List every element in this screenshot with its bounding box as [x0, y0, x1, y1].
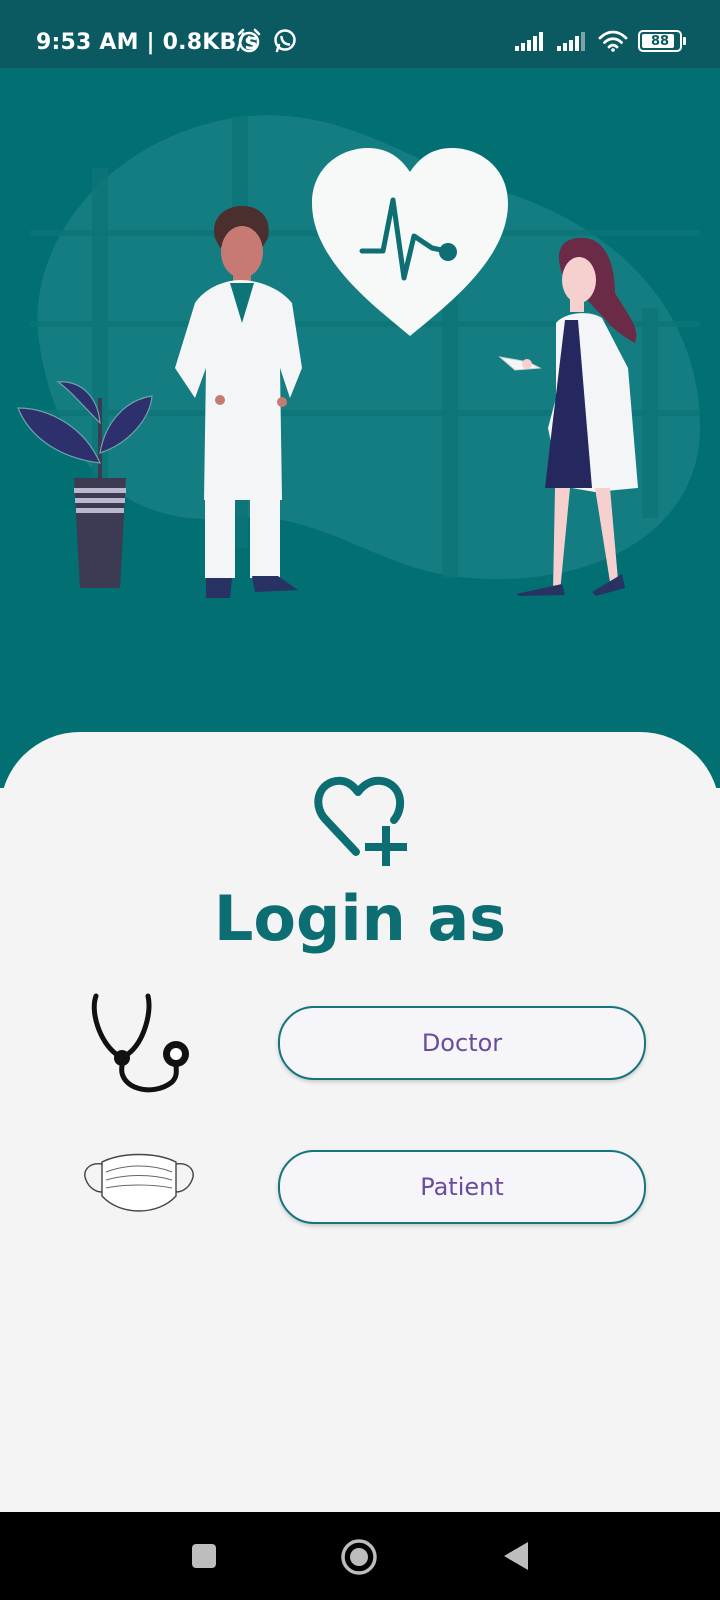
whatsapp-icon	[274, 29, 296, 53]
login-card: Login as Doctor Patient	[0, 732, 720, 1512]
battery-icon: 88	[638, 30, 686, 52]
patient-button[interactable]: Patient	[278, 1150, 646, 1224]
doctors-heartbeat-illustration	[17, 115, 700, 598]
wifi-icon	[598, 30, 628, 52]
system-status-icons: 88	[514, 30, 686, 52]
signal-icon	[557, 32, 585, 51]
navigation-bar	[0, 1512, 720, 1600]
doctor-role-row: Doctor	[0, 993, 720, 1093]
alarm-icon	[237, 28, 261, 53]
face-mask-icon	[84, 1153, 194, 1212]
stethoscope-icon	[91, 993, 189, 1093]
home-button[interactable]	[340, 1538, 378, 1576]
status-bar: 9:53 AM | 0.8KB/s 88	[0, 0, 720, 68]
signal-icon	[515, 32, 543, 51]
notification-icons	[236, 28, 298, 54]
page-title: Login as	[213, 882, 507, 955]
back-button[interactable]	[500, 1540, 530, 1572]
doctor-button[interactable]: Doctor	[278, 1006, 646, 1080]
status-time: 9:53 AM | 0.8KB/s	[36, 30, 258, 55]
heart-plus-icon	[314, 776, 407, 866]
hero-banner	[0, 68, 720, 788]
battery-level: 88	[650, 33, 670, 49]
patient-role-row: Patient	[0, 1140, 720, 1230]
recents-button[interactable]	[190, 1542, 218, 1570]
